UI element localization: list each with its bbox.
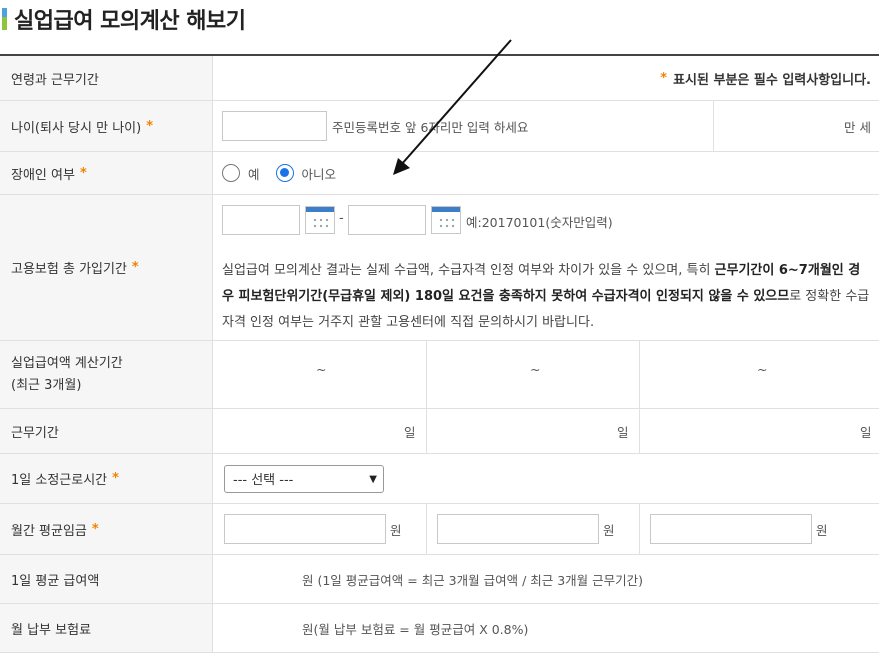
row-disability: 장애인 여부 * 예 아니오 [0,152,879,195]
wage-cell-2: 원 [437,504,615,554]
date-separator: - [339,211,344,226]
label-insurance: 고용보험 총 가입기간 * [0,195,213,340]
age-result: 만 세 [844,119,871,135]
radio-yes[interactable] [222,164,240,182]
date-example: 예:20170101(숫자만입력) [466,215,613,230]
row-calc-period: 실업급여액 계산기간 (최근 3개월) ~ ~ ~ [0,341,879,409]
required-note: * 표시된 부분은 필수 입력사항입니다. [660,70,871,88]
daily-hours-select[interactable]: --- 선택 --- ▼ [224,464,384,493]
label-daily-hours: 1일 소정근로시간 * [0,454,213,503]
work-days-1: 일 [404,424,416,440]
work-days-2: 일 [617,424,629,440]
chevron-down-icon: ▼ [369,473,377,485]
wage-input-1[interactable] [224,514,386,544]
calc-period-3: ~ [757,362,768,377]
monthly-premium-text: 원(월 납부 보험료 = 월 평균급여 X 0.8%) [302,621,529,637]
daily-hours-cell: --- 선택 --- ▼ [224,454,384,503]
label-monthly-premium: 월 납부 보험료 [0,604,213,652]
disability-options: 예 아니오 [222,152,336,194]
daily-benefit-text: 원 (1일 평균급여액 = 최근 3개월 급여액 / 최근 3개월 근무기간) [302,572,644,588]
row-period-header: 연령과 근무기간 * 표시된 부분은 필수 입력사항입니다. [0,56,879,101]
calculator-form: 연령과 근무기간 * 표시된 부분은 필수 입력사항입니다. 나이(퇴사 당시 … [0,54,879,653]
row-monthly-wage: 월간 평균임금 * 원 원 원 [0,504,879,555]
start-calendar-icon[interactable] [305,206,335,234]
radio-yes-label: 예 [248,166,260,182]
age-input-cell: 주민등록번호 앞 6자리만 입력 하세요 [222,101,528,151]
insurance-start-input[interactable] [222,205,300,235]
required-star: * [660,70,668,86]
calc-period-2: ~ [530,362,541,377]
page-header: 실업급여 모의계산 해보기 [0,0,879,40]
label-age: 나이(퇴사 당시 만 나이) * [0,101,213,151]
work-days-3: 일 [860,424,872,440]
label-disability: 장애인 여부 * [0,152,213,194]
row-daily-benefit: 1일 평균 급여액 원 (1일 평균급여액 = 최근 3개월 급여액 / 최근 … [0,555,879,604]
row-daily-hours: 1일 소정근로시간 * --- 선택 --- ▼ [0,454,879,504]
wage-input-2[interactable] [437,514,599,544]
insurance-notice: 실업급여 모의계산 결과는 실제 수급액, 수급자격 인정 여부와 차이가 있을… [222,263,870,330]
row-age: 나이(퇴사 당시 만 나이) * 주민등록번호 앞 6자리만 입력 하세요 만 세 [0,101,879,152]
wage-cell-1: 원 [224,504,402,554]
wage-cell-3: 원 [650,504,828,554]
label-calc-period: 실업급여액 계산기간 (최근 3개월) [0,341,213,408]
page-title: 실업급여 모의계산 해보기 [14,9,246,34]
title-mark-icon [2,8,7,30]
row-work-period: 근무기간 일 일 일 [0,409,879,454]
label-period-header: 연령과 근무기간 [0,56,213,100]
label-daily-benefit: 1일 평균 급여액 [0,555,213,603]
age-hint: 주민등록번호 앞 6자리만 입력 하세요 [332,119,529,135]
calc-period-1: ~ [316,362,327,377]
age-input[interactable] [222,111,327,141]
radio-no-label: 아니오 [301,166,337,182]
row-monthly-premium: 월 납부 보험료 원(월 납부 보험료 = 월 평균급여 X 0.8%) [0,604,879,653]
label-monthly-wage: 월간 평균임금 * [0,504,213,554]
end-calendar-icon[interactable] [431,206,461,234]
label-work-period: 근무기간 [0,409,213,453]
insurance-end-input[interactable] [348,205,426,235]
radio-no[interactable] [275,164,294,182]
wage-input-3[interactable] [650,514,812,544]
